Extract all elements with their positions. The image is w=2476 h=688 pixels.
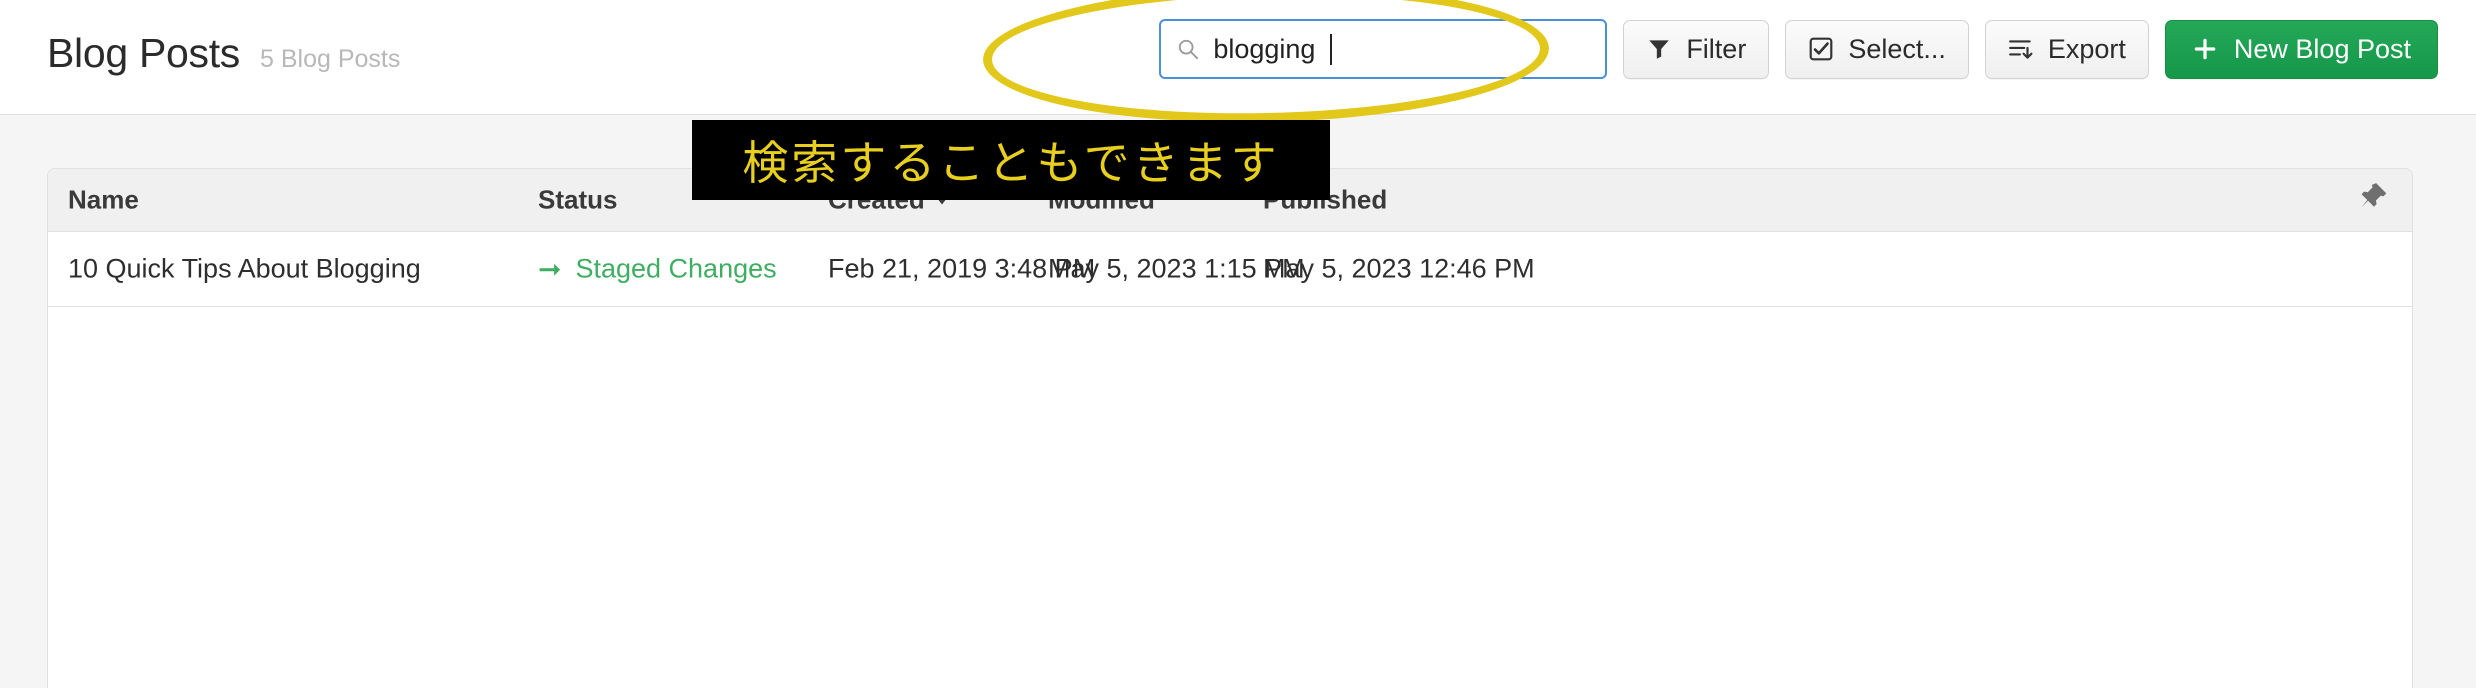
search-input-value: blogging [1213, 33, 1316, 64]
list-down-icon [2008, 40, 2033, 59]
toolbar-actions: blogging Filter Select... Export New Blo… [1159, 18, 2438, 80]
page-subtitle-count: 5 Blog Posts [260, 45, 401, 73]
funnel-icon [1649, 40, 1670, 59]
cell-status: ➞ Staged Changes [538, 254, 777, 285]
caption-text: 検索することもできます [742, 136, 1280, 190]
filter-button[interactable]: Filter [1623, 19, 1770, 79]
cell-status-label: Staged Changes [575, 253, 777, 284]
caption-banner: 検索することもできます [692, 120, 1330, 200]
plus-icon [2194, 38, 2216, 60]
page-title: Blog Posts [47, 30, 240, 76]
cell-published: May 5, 2023 12:46 PM [1263, 253, 1535, 284]
select-button[interactable]: Select... [1785, 19, 1969, 79]
new-blog-post-button[interactable]: New Blog Post [2164, 19, 2438, 79]
select-button-label: Select... [1848, 33, 1946, 64]
text-cursor [1330, 33, 1333, 65]
column-header-status[interactable]: Status [538, 185, 617, 216]
table-row[interactable]: 10 Quick Tips About Blogging ➞ Staged Ch… [48, 232, 2412, 307]
search-icon [1179, 39, 1199, 60]
blog-posts-table: Name Status Created Modified Published 1… [47, 168, 2413, 688]
new-blog-post-label: New Blog Post [2233, 33, 2411, 64]
top-bar: Blog Posts 5 Blog Posts blogging Filter … [0, 0, 2476, 115]
page-title-group: Blog Posts 5 Blog Posts [47, 30, 400, 77]
search-input[interactable]: blogging [1159, 19, 1608, 79]
arrow-right-icon: ➞ [538, 253, 562, 284]
column-header-name[interactable]: Name [68, 185, 139, 216]
cell-name: 10 Quick Tips About Blogging [68, 253, 421, 284]
pin-icon [2361, 183, 2387, 208]
filter-button-label: Filter [1686, 33, 1747, 64]
export-button-label: Export [2047, 33, 2126, 64]
export-button[interactable]: Export [1984, 19, 2149, 79]
pin-column-button[interactable] [2356, 180, 2390, 221]
checkbox-icon [1809, 37, 1833, 61]
